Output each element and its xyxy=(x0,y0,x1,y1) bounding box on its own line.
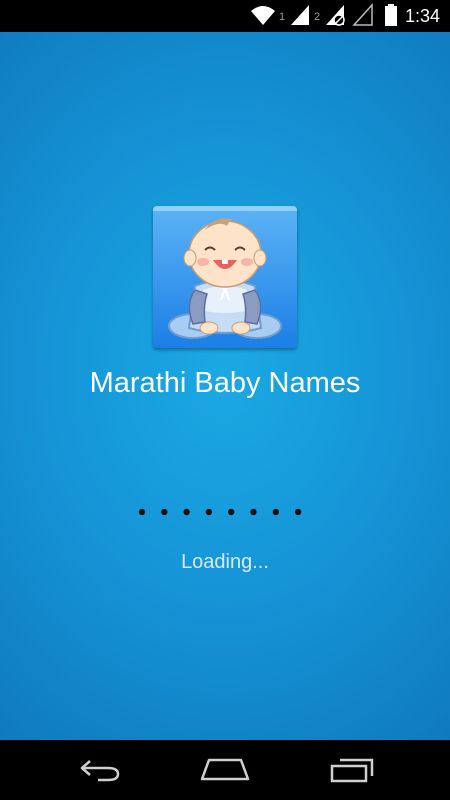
loading-dots xyxy=(138,508,302,516)
back-icon xyxy=(80,760,120,782)
recent-apps-icon xyxy=(330,758,374,783)
wifi-icon xyxy=(251,6,275,25)
baby-icon xyxy=(153,206,297,348)
app-title: Marathi Baby Names xyxy=(89,367,361,399)
recent-apps-button[interactable] xyxy=(322,752,382,788)
sim1-label: 1 xyxy=(279,11,286,23)
loading-dot xyxy=(161,508,168,516)
status-bar: 1 2 1:34 xyxy=(0,0,450,32)
loading-dot xyxy=(272,508,279,516)
navigation-bar xyxy=(0,740,450,800)
splash-screen: 1 2 1:34 Marathi Baby Names Loading... xyxy=(0,0,450,800)
loading-dot xyxy=(183,508,190,516)
battery-icon xyxy=(385,4,397,26)
loading-dot xyxy=(250,508,257,516)
sim2-label: 2 xyxy=(314,11,321,23)
signal-icon xyxy=(352,3,373,26)
back-button[interactable] xyxy=(70,752,130,788)
signal-icon xyxy=(326,5,345,26)
loading-dot xyxy=(228,508,235,516)
splash-content: Marathi Baby Names Loading... xyxy=(0,32,450,740)
loading-dot xyxy=(138,508,146,516)
loading-text: Loading... xyxy=(181,551,269,573)
home-icon xyxy=(200,758,250,781)
loading-dot xyxy=(294,508,302,516)
clock: 1:34 xyxy=(404,6,440,26)
signal-icon xyxy=(291,5,309,25)
loading-dot xyxy=(205,508,213,516)
home-button[interactable] xyxy=(195,752,255,788)
